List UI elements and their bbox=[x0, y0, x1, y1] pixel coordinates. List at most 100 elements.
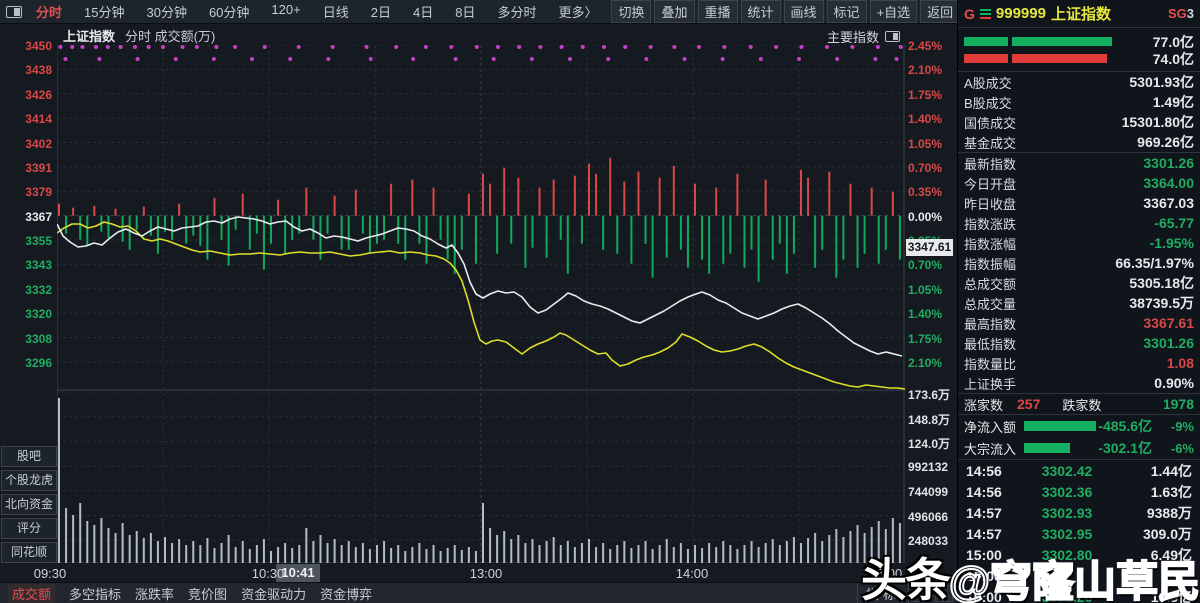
quote-row: 总成交量38739.5万 bbox=[958, 293, 1200, 313]
crosshair-price-label: 3347.61 bbox=[906, 239, 953, 256]
left-nav-button[interactable]: 北向资金 bbox=[1, 494, 57, 515]
quote-panel: G 999999 上证指数 SG3 77.0亿74.0亿 A股成交5301.93… bbox=[957, 0, 1200, 603]
toolbar-button[interactable]: +自选 bbox=[870, 0, 918, 23]
bottom-tab[interactable]: 多空指标 bbox=[69, 584, 121, 603]
toolbar-button[interactable]: 叠加 bbox=[654, 0, 694, 23]
tabbar-right: 指标 + − bbox=[857, 584, 957, 603]
price-axis-label: 3296 bbox=[2, 356, 52, 370]
tick-row[interactable]: 14:563302.421.44亿 bbox=[958, 460, 1200, 481]
quote-row-label: 上证换手 bbox=[964, 374, 1016, 393]
period-tab[interactable]: 15分钟 bbox=[84, 2, 124, 21]
quote-row-value: 3301.26 bbox=[1143, 155, 1194, 171]
tick-row[interactable]: 14:573302.95309.0万 bbox=[958, 523, 1200, 544]
price-axis-label: 3367 bbox=[2, 210, 52, 224]
quote-row: 指数涨跌-65.77 bbox=[958, 213, 1200, 233]
major-index-toggle[interactable]: 主要指数 bbox=[800, 27, 900, 46]
zoom-out-button[interactable]: − bbox=[935, 585, 953, 602]
period-tab[interactable]: 多分时 bbox=[497, 2, 536, 21]
quote-row-value: 66.35/1.97% bbox=[1115, 255, 1194, 271]
quote-row: 基金成交969.26亿 bbox=[958, 132, 1200, 152]
left-nav-button[interactable]: 股吧 bbox=[1, 446, 57, 467]
tick-row[interactable]: 14:573302.939388万 bbox=[958, 502, 1200, 523]
left-nav-button[interactable]: 个股龙虎 bbox=[1, 470, 57, 491]
quote-row-value: 15301.80亿 bbox=[1122, 112, 1194, 132]
pct-axis-label: 1.05% bbox=[908, 283, 942, 297]
quote-row-label: 指数量比 bbox=[964, 354, 1016, 373]
toolbar-button[interactable]: 标记 bbox=[827, 0, 867, 23]
bottom-tab[interactable]: 资金驱动力 bbox=[241, 584, 306, 603]
volume-axis-label: 248033 bbox=[908, 534, 948, 548]
bottom-tab[interactable]: 竞价图 bbox=[188, 584, 227, 603]
chart-header: 上证指数 分时 成交额(万) bbox=[63, 27, 215, 44]
price-axis-label: 3426 bbox=[2, 88, 52, 102]
panel-toggle-icon[interactable] bbox=[6, 6, 22, 18]
pct-axis-label: 1.75% bbox=[908, 332, 942, 346]
volume-axis-label: 744099 bbox=[908, 485, 948, 499]
bottom-tab[interactable]: 资金博弈 bbox=[320, 584, 372, 603]
period-tab[interactable]: 分时 bbox=[36, 2, 62, 21]
bottom-tab[interactable]: 成交额 bbox=[8, 584, 55, 603]
period-tab[interactable]: 60分钟 bbox=[209, 2, 249, 21]
time-axis-label: 15:00 bbox=[870, 566, 903, 581]
pct-axis-label: 0.70% bbox=[908, 258, 942, 272]
zoom-in-button[interactable]: + bbox=[913, 585, 931, 602]
toolbar-button[interactable]: 画线 bbox=[784, 0, 824, 23]
period-tab[interactable]: 8日 bbox=[455, 2, 475, 21]
toolbar-button[interactable]: 重播 bbox=[698, 0, 738, 23]
quote-row-value: -65.77 bbox=[1154, 215, 1194, 231]
pct-axis-label: 0.70% bbox=[908, 161, 942, 175]
tick-row[interactable]: 15:003302.806.49亿 bbox=[958, 544, 1200, 565]
quote-row-value: 969.26亿 bbox=[1137, 132, 1194, 152]
tick-row[interactable]: 15:003301.2616.5亿 bbox=[958, 586, 1200, 603]
price-axis-label: 3379 bbox=[2, 185, 52, 199]
tick-row[interactable]: 15:00 bbox=[958, 565, 1200, 586]
bottom-tab[interactable]: 涨跌率 bbox=[135, 584, 174, 603]
price-axis-label: 3343 bbox=[2, 258, 52, 272]
quote-row: B股成交1.49亿 bbox=[958, 92, 1200, 112]
quote-row-value: 3364.00 bbox=[1143, 175, 1194, 191]
quote-row: 国债成交15301.80亿 bbox=[958, 112, 1200, 132]
bottom-tabbar: 成交额多空指标涨跌率竞价图资金驱动力资金博弈 指标 + − bbox=[0, 582, 957, 603]
major-index-label: 主要指数 bbox=[827, 27, 879, 46]
pct-axis-label: 2.10% bbox=[908, 356, 942, 370]
toolbar-button[interactable]: 返回 bbox=[920, 0, 960, 23]
stock-code[interactable]: 999999 bbox=[996, 5, 1046, 22]
quote-rows: A股成交 5301.93亿B股成交1.49亿国债成交15301.80亿基金成交96… bbox=[958, 72, 1200, 393]
flow-rows: 净流入额-485.6亿-9%大宗流入-302.1亿-6% bbox=[958, 415, 1200, 459]
strength-bar-row: 74.0亿 bbox=[964, 50, 1194, 67]
period-tab[interactable]: 30分钟 bbox=[146, 2, 186, 21]
pct-axis-label: 1.40% bbox=[908, 112, 942, 126]
quote-row-label: A股成交 bbox=[964, 73, 1012, 92]
volume-axis-label: 992132 bbox=[908, 460, 948, 474]
intraday-chart[interactable] bbox=[57, 45, 905, 563]
quote-row-label: 总成交额 bbox=[964, 274, 1016, 293]
index-name: 上证指数 bbox=[63, 26, 115, 45]
time-axis-label: 14:00 bbox=[676, 566, 709, 581]
price-axis-label: 3355 bbox=[2, 234, 52, 248]
stock-name[interactable]: 上证指数 bbox=[1051, 3, 1111, 24]
left-nav: 股吧个股龙虎北向资金评分同花顺 bbox=[1, 446, 57, 563]
period-tab[interactable]: 120+ bbox=[271, 2, 300, 21]
volume-axis-label: 124.0万 bbox=[908, 435, 950, 452]
period-tab[interactable]: 2日 bbox=[371, 2, 391, 21]
bottom-tabs: 成交额多空指标涨跌率竞价图资金驱动力资金博弈 bbox=[8, 584, 372, 603]
quote-row-value: 1.08 bbox=[1167, 355, 1194, 371]
quote-row-value: 5301.93亿 bbox=[1129, 72, 1194, 92]
quote-row-label: 最低指数 bbox=[964, 334, 1016, 353]
flow-bar bbox=[1024, 443, 1070, 453]
quote-row: 今日开盘3364.00 bbox=[958, 173, 1200, 193]
left-nav-button[interactable]: 评分 bbox=[1, 518, 57, 539]
period-tabs: 分时 15分钟 30分钟 60分钟 120+ 日线 2日 4日 8日 多分时 更多〉 bbox=[36, 2, 597, 21]
indicator-button[interactable]: 指标 bbox=[857, 584, 909, 603]
grade-letter: G bbox=[964, 6, 975, 22]
period-tab[interactable]: 更多〉 bbox=[558, 2, 597, 21]
period-tab[interactable]: 4日 bbox=[413, 2, 433, 21]
period-tab[interactable]: 日线 bbox=[323, 2, 349, 21]
strength-bars: 77.0亿74.0亿 bbox=[958, 28, 1200, 72]
quote-row: 昨日收盘3367.03 bbox=[958, 193, 1200, 213]
tick-row[interactable]: 14:563302.361.63亿 bbox=[958, 481, 1200, 502]
toolbar-button[interactable]: 切换 bbox=[611, 0, 651, 23]
toolbar-button[interactable]: 统计 bbox=[741, 0, 781, 23]
price-axis-label: 3438 bbox=[2, 63, 52, 77]
left-nav-button[interactable]: 同花顺 bbox=[1, 542, 57, 563]
